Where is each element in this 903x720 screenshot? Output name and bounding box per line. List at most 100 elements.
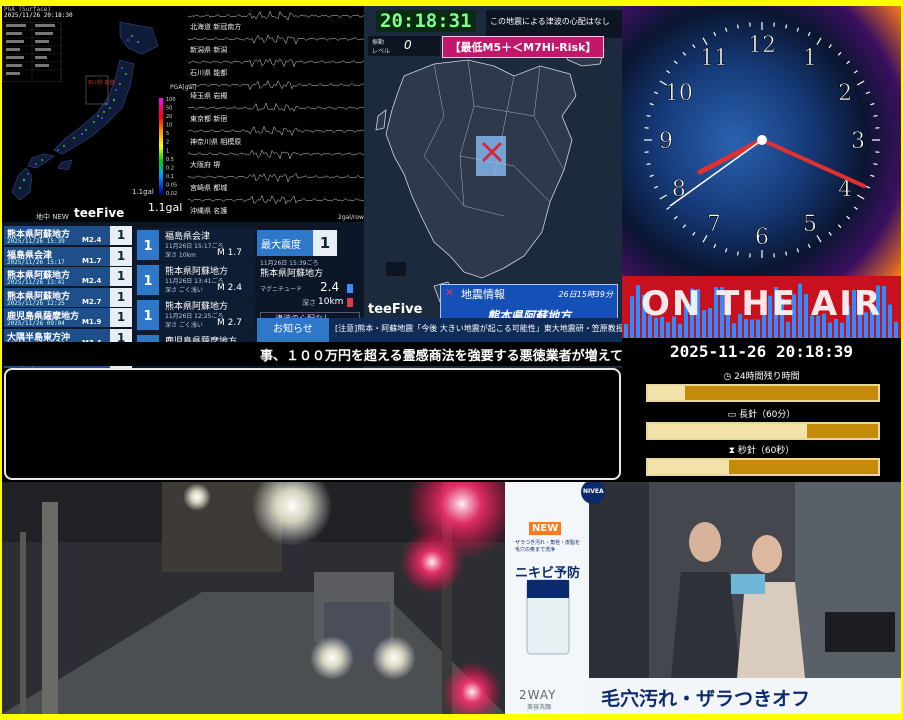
eq-card-depth: 深さ 10km <box>165 252 196 259</box>
waveform-trace <box>188 125 364 137</box>
scale-tick-label: 50 <box>166 106 172 112</box>
waveform-unit: 2gal/row <box>338 214 364 221</box>
spectrum-bar <box>624 324 628 338</box>
waveform-station-label: 大阪府 堺 <box>190 161 221 169</box>
scale-tick-label: 0.2 <box>166 165 174 171</box>
progress-panel: ◷ 24時間残り時間 ▭ 長針（60分） ⧗ 秒針（60秒） <box>622 366 901 480</box>
ad-product-title: ニキビ予防 <box>515 566 581 581</box>
spectrum-bar <box>828 322 832 338</box>
progress-label-second: ⧗ 秒針（60秒） <box>728 446 795 456</box>
eq-detail-card[interactable]: 1 熊本県阿蘇地方 11月26日 12:25ごろ 深さ ごく浅い M 2.7 <box>135 298 255 332</box>
kyushu-map-panel: 20:18:31 この地震による津波の心配はなし 振動 レベル 0 【最低M5＋… <box>364 6 622 368</box>
scale-tick-label: 0.1 <box>166 174 174 180</box>
live-clock: 20:18:31 <box>376 10 476 32</box>
hourglass-icon: ⧗ <box>728 446 738 456</box>
teefive-watermark: teeFive <box>74 206 125 220</box>
progress-fill-minute <box>648 424 807 438</box>
clock-icon: ◷ <box>723 372 735 382</box>
clock-numeral: 3 <box>851 129 865 154</box>
eq-row-magnitude: M1.7 <box>82 256 102 265</box>
stream-frame: PGA (Surface) 2025/11/26 20:18:30 石川県 能登… <box>2 6 901 714</box>
clock-numeral: 7 <box>707 212 721 237</box>
eq-info-time: 26日15時39分 <box>558 290 613 299</box>
clock-numeral: 12 <box>748 33 776 58</box>
analog-clock: 121234567891011 <box>644 22 880 258</box>
pga-legend-tag: 地中 NEW <box>36 213 69 221</box>
pga-max-small: 1.1gal <box>132 188 154 196</box>
clock-numeral: 9 <box>659 129 673 154</box>
spectrum-bar <box>666 322 670 338</box>
eq-history-row[interactable]: 熊本県阿蘇地方 2025/11/26 15:39 M2.4 1 <box>4 226 132 246</box>
eq-detail-card[interactable]: 1 熊本県阿蘇地方 11月26日 13:41ごろ 深さ ごく浅い M 2.4 <box>135 263 255 297</box>
street-camera-feed <box>2 482 505 714</box>
pga-map-panel: PGA (Surface) 2025/11/26 20:18:30 石川県 能登… <box>2 6 364 222</box>
pga-color-scale: 100 50 20 10 5 2 1 0.5 0.2 0.1 0.05 0.02 <box>159 97 177 197</box>
level-value: 0 <box>404 38 412 52</box>
spectrum-bar <box>840 322 844 338</box>
clock-numeral: 8 <box>672 177 686 202</box>
waveform-trace <box>188 79 364 91</box>
progress-bar-second <box>646 458 880 476</box>
kyushu-watermark: teeFive <box>368 302 423 317</box>
eq-history-row[interactable]: 福島県会津 2025/11/26 15:17 M1.7 1 <box>4 246 132 267</box>
eq-legend-swatch <box>386 262 406 276</box>
waveform-trace <box>188 34 364 45</box>
progress-bar-minute <box>646 422 880 440</box>
tsunami-note: この地震による津波の心配はなし <box>486 10 622 38</box>
eq-detail-card[interactable]: 1 福島県会津 11月26日 15:17ごろ 深さ 10km M 1.7 <box>135 228 255 262</box>
waveform-station-label: 埼玉県 岩槻 <box>190 92 228 100</box>
eq-row-intensity: 1 <box>110 287 132 307</box>
waveform-station-label: 神奈川県 相模原 <box>190 138 242 146</box>
waveform-trace <box>188 10 364 21</box>
level-label: レベル <box>372 48 391 55</box>
waveform-trace <box>188 102 364 112</box>
notice-label: お知らせ <box>257 318 329 342</box>
ad-two-way-sub: 美容洗顔 <box>527 704 552 711</box>
eq-row-magnitude: M2.7 <box>82 297 102 306</box>
eq-card-time: 11月26日 15:17ごろ <box>165 243 224 250</box>
ad-headline: 毛穴汚れ・ザラつきオフ <box>601 688 811 710</box>
eq-history-row[interactable]: 熊本県阿蘇地方 2025/11/26 13:41 M2.4 1 <box>4 267 132 287</box>
eq-card-magnitude: M 2.7 <box>217 318 242 328</box>
eq-row-intensity: 1 <box>110 308 132 327</box>
eq-card-magnitude: M 2.4 <box>217 283 242 293</box>
waveform-station-label: 宮崎県 都城 <box>190 184 228 192</box>
spectrum-bar <box>894 321 898 338</box>
eq-row-magnitude: M2.4 <box>82 236 102 244</box>
news-ticker: 事、１００万円を超える霊感商法を強要する悪徳業者が増えています。 <box>2 342 622 366</box>
map-region-note: 石川県 能登 <box>88 79 115 86</box>
eq-card-intensity: 1 <box>137 300 159 330</box>
ticker-text: 事、１００万円を超える霊感商法を強要する悪徳業者が増えています。 <box>260 349 622 364</box>
eq-history-row[interactable]: 熊本県阿蘇地方 2025/11/26 12:25 M2.7 1 <box>4 287 132 308</box>
magnitude-marker <box>347 284 353 293</box>
depth-label: 深さ <box>302 299 316 307</box>
eq-row-date: 2025/11/26 09:04 <box>7 320 65 327</box>
detail-place: 熊本県阿蘇地方 <box>260 269 324 279</box>
street-scene <box>2 482 505 714</box>
scale-tick-label: 2 <box>166 140 169 146</box>
risk-banner: 【最低M5＋＜M7Hi-Risk】 <box>442 36 604 58</box>
ad-two-way: 2WAY <box>519 688 557 702</box>
progress-bar-day <box>646 384 880 402</box>
scale-tick-label: 10 <box>166 123 172 129</box>
scale-tick-label: 0.05 <box>166 182 177 188</box>
minute-hand <box>760 138 866 188</box>
eq-history-row[interactable]: 鹿児島県薩摩地方 2025/11/26 09:04 M1.9 1 <box>4 308 132 328</box>
eq-card-intensity: 1 <box>137 230 159 260</box>
clock-numeral: 1 <box>803 46 817 71</box>
datetime-display: 2025-11-26 20:18:39 <box>622 338 901 366</box>
depth-marker <box>347 298 353 307</box>
scale-tick-label: 0.02 <box>166 191 177 197</box>
nivea-advertisement: NIVEA NEW ザラつき汚れ・角栓・皮脂を 毛穴の奥まで洗浄 ニキビ予防 2… <box>505 482 901 714</box>
waveform-station-label: 石川県 能都 <box>190 69 228 77</box>
new-badge: NEW <box>529 522 562 535</box>
scale-tick-label: 0.5 <box>166 157 174 163</box>
nivea-logo: NIVEA <box>583 488 604 495</box>
clock-numeral: 11 <box>700 46 728 71</box>
spectrum-bar <box>786 321 790 338</box>
eq-row-date: 2025/11/26 13:41 <box>7 279 65 286</box>
eq-card-depth: 深さ ごく浅い <box>165 287 203 294</box>
waveform-station-label: 沖縄県 名護 <box>190 207 228 215</box>
scale-tick-label: 5 <box>166 131 169 137</box>
eq-row-intensity: 1 <box>110 226 132 245</box>
